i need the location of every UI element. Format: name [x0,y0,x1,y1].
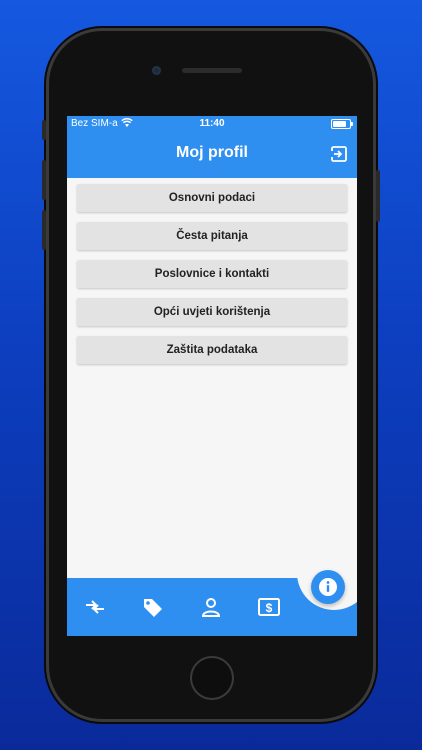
page-title: Moj profil [176,144,248,161]
menu-item-branches-contacts[interactable]: Poslovnice i kontakti [77,260,347,288]
money-icon[interactable]: $ [257,596,281,618]
front-camera [152,66,161,75]
menu-item-label: Opći uvjeti korištenja [153,306,271,318]
menu-item-basic-info[interactable]: Osnovni podaci [77,184,347,212]
volume-down-button [42,210,46,250]
profile-menu: Osnovni podaci Česta pitanja Poslovnice … [67,178,357,364]
mute-switch [42,120,46,140]
menu-item-terms[interactable]: Opći uvjeti korištenja [77,298,347,326]
battery-icon [331,119,353,129]
menu-item-label: Zaštita podataka [166,344,258,356]
menu-item-faq[interactable]: Česta pitanja [77,222,347,250]
power-button [376,170,380,222]
phone-frame: Bez SIM-a 11:40 Moj profil Osnovni podac… [42,28,380,722]
menu-item-label: Osnovni podaci [168,192,256,204]
menu-item-label: Česta pitanja [176,230,248,242]
status-bar: Bez SIM-a 11:40 [67,116,357,132]
logout-icon[interactable] [329,144,349,164]
app-header: Moj profil [67,132,357,178]
tag-icon[interactable] [141,596,165,618]
earpiece [182,68,242,73]
menu-item-label: Poslovnice i kontakti [154,268,270,280]
transfer-icon[interactable] [83,596,107,618]
home-button[interactable] [190,656,234,700]
volume-up-button [42,160,46,200]
info-icon[interactable] [311,570,345,604]
menu-item-privacy[interactable]: Zaštita podataka [77,336,347,364]
app-screen: Bez SIM-a 11:40 Moj profil Osnovni podac… [67,116,357,636]
profile-icon[interactable] [199,596,223,618]
svg-text:$: $ [266,601,273,615]
clock: 11:40 [199,118,225,129]
